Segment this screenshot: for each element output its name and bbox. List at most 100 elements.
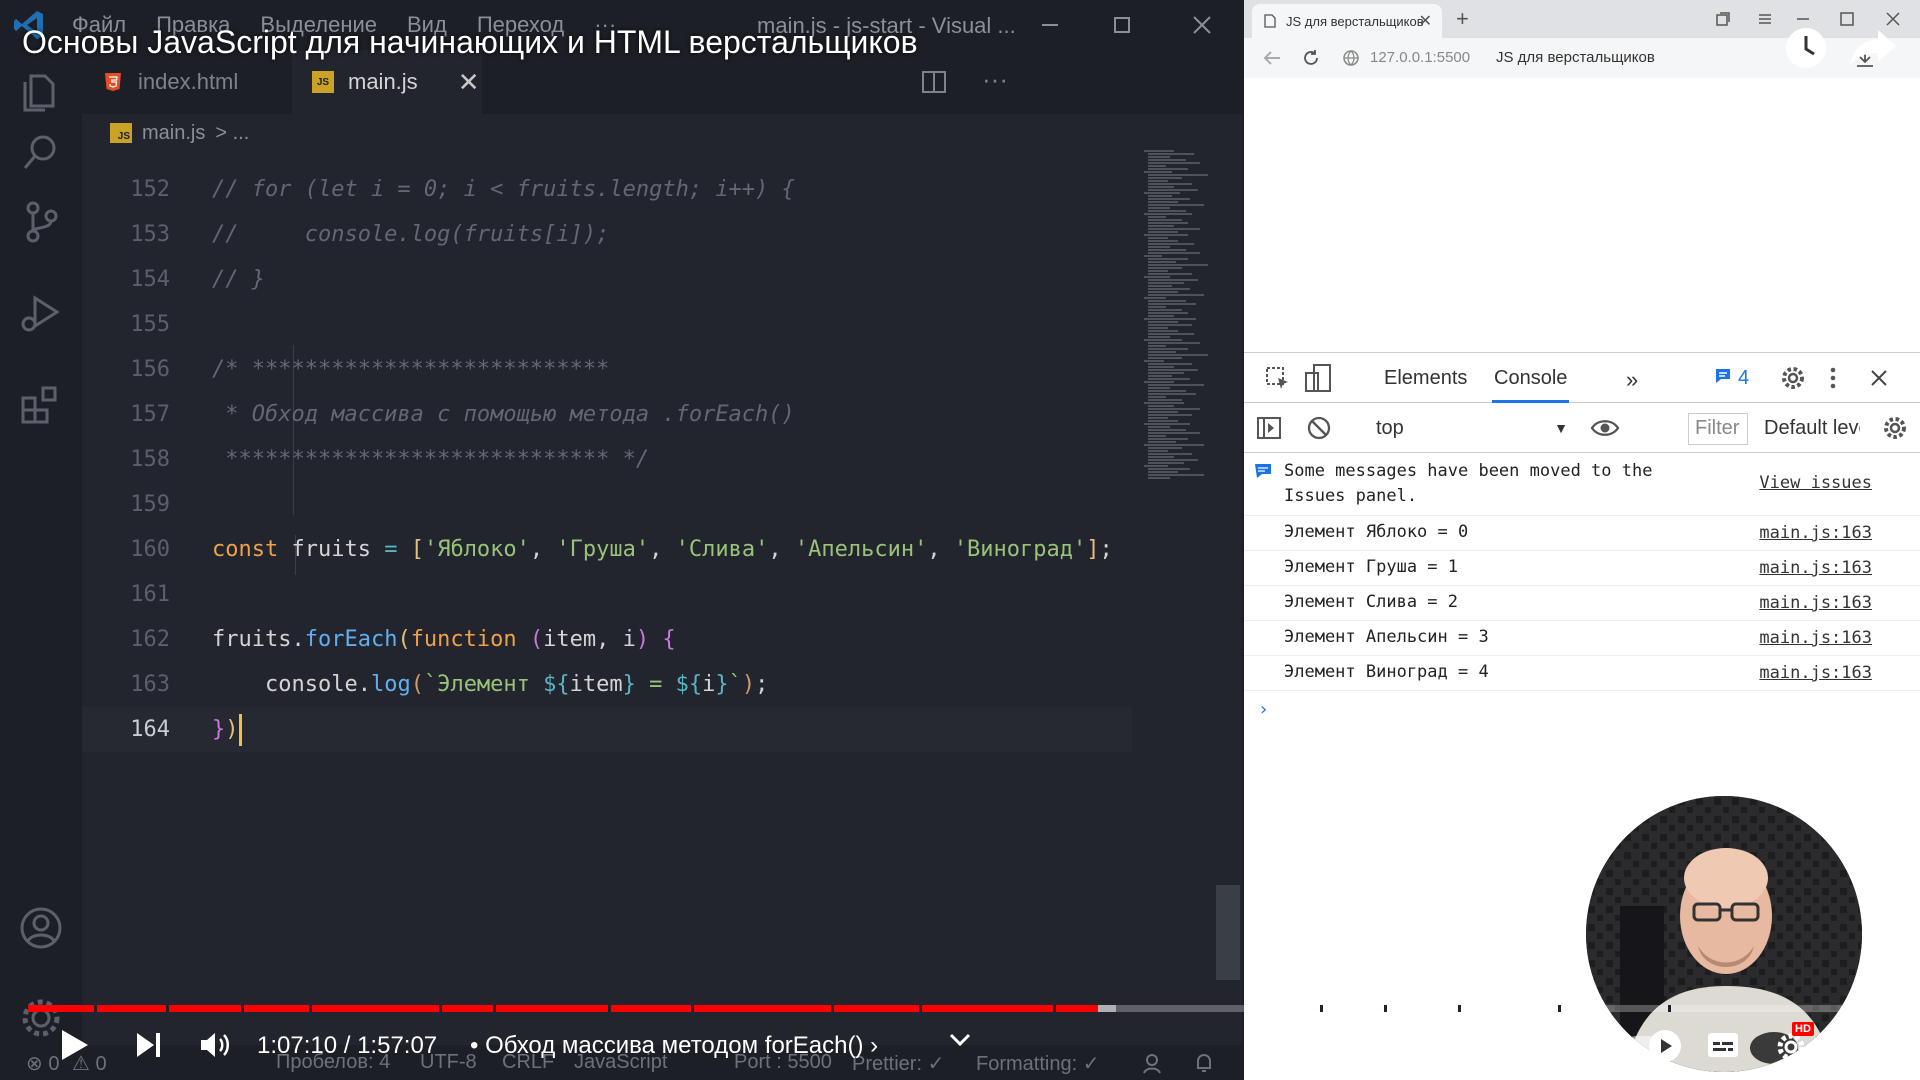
minimap-line xyxy=(1148,231,1178,233)
tab-actions-icon[interactable] xyxy=(1714,10,1732,28)
run-debug-icon[interactable] xyxy=(17,290,65,338)
minimap-line xyxy=(1148,243,1194,245)
minimap-line xyxy=(1148,417,1168,419)
line-code: // } xyxy=(212,267,265,292)
hd-badge: HD xyxy=(1792,1022,1814,1036)
filter-input[interactable]: Filter xyxy=(1688,413,1748,445)
minimap-line xyxy=(1148,459,1198,461)
play-icon[interactable] xyxy=(58,1028,90,1062)
more-actions-icon[interactable]: ··· xyxy=(982,64,1008,95)
browser-tab[interactable]: JS для верстальщиков ✕ xyxy=(1252,4,1442,38)
minimap-line xyxy=(1148,165,1166,167)
live-expression-eye-icon[interactable] xyxy=(1590,416,1620,440)
close-tab-icon[interactable]: ✕ xyxy=(1419,11,1432,31)
minimize-icon[interactable] xyxy=(1030,8,1070,42)
maximize-icon[interactable] xyxy=(1102,8,1142,42)
console-output: Some messages have been moved to the Iss… xyxy=(1244,453,1920,731)
minimap-line xyxy=(1148,282,1184,284)
minimap-line xyxy=(1148,195,1172,197)
minimap-line xyxy=(1148,183,1192,185)
minimap-line xyxy=(1148,333,1194,335)
chapter-marker xyxy=(1558,1005,1561,1012)
editor-scrollbar[interactable] xyxy=(1216,885,1240,980)
reload-icon[interactable] xyxy=(1302,49,1320,67)
split-editor-icon[interactable] xyxy=(920,68,948,96)
tab-elements[interactable]: Elements xyxy=(1384,367,1467,390)
log-source-link[interactable]: main.js:163 xyxy=(1759,593,1872,613)
subtitles-icon[interactable] xyxy=(1706,1030,1740,1060)
console-settings-gear-icon[interactable] xyxy=(1882,415,1908,441)
watch-later-clock-icon[interactable] xyxy=(1784,26,1828,70)
console-prompt-row[interactable]: › xyxy=(1244,691,1920,731)
code-line: 162 fruits.forEach(function (item, i) { xyxy=(82,617,1132,662)
line-code: const fruits = ['Яблоко', 'Груша', 'Слив… xyxy=(212,537,1113,562)
video-title[interactable]: Основы JavaScript для начинающих и HTML … xyxy=(22,24,918,61)
breadcrumb-rest[interactable]: > ... xyxy=(215,122,249,145)
issues-icon[interactable] xyxy=(1714,367,1732,385)
breadcrumb-file[interactable]: main.js xyxy=(142,122,205,145)
more-tabs-icon[interactable]: » xyxy=(1626,367,1638,393)
minimap-line xyxy=(1148,312,1188,314)
log-source-link[interactable]: main.js:163 xyxy=(1759,523,1872,543)
log-text: Элемент Слива = 2 xyxy=(1284,592,1458,612)
video-progress-bar[interactable] xyxy=(28,1005,1892,1012)
minimap-line xyxy=(1148,348,1188,350)
new-tab-icon[interactable]: + xyxy=(1456,6,1469,32)
devtools-settings-gear-icon[interactable] xyxy=(1780,365,1806,391)
context-selector[interactable]: top ▼ xyxy=(1364,411,1576,445)
share-arrow-icon[interactable] xyxy=(1848,26,1898,70)
inspect-element-icon[interactable] xyxy=(1264,365,1292,393)
time-display: 1:07:10 / 1:57:07 xyxy=(257,1032,438,1059)
line-number: 152 xyxy=(130,177,170,202)
extensions-icon[interactable] xyxy=(17,380,65,428)
line-code: // for (let i = 0; i < fruits.length; i+… xyxy=(212,177,795,202)
info-message-text: Some messages have been moved to the Iss… xyxy=(1284,461,1653,506)
minimap[interactable] xyxy=(1142,150,1214,480)
log-source-link[interactable]: main.js:163 xyxy=(1759,558,1872,578)
minimap-line xyxy=(1148,447,1182,449)
minimap-line xyxy=(1148,168,1188,170)
html5-icon xyxy=(102,71,124,93)
console-log-row: Элемент Виноград = 4 main.js:163 xyxy=(1244,656,1920,691)
issues-count[interactable]: 4 xyxy=(1738,367,1749,390)
kebab-menu-icon[interactable] xyxy=(1828,365,1838,391)
close-devtools-icon[interactable] xyxy=(1868,367,1890,389)
next-video-icon[interactable] xyxy=(134,1030,164,1060)
log-source-link[interactable]: main.js:163 xyxy=(1759,663,1872,683)
minimap-line xyxy=(1148,225,1174,227)
view-issues-link[interactable]: View issues xyxy=(1759,473,1872,493)
device-toolbar-icon[interactable] xyxy=(1304,363,1332,393)
code-editor[interactable]: 152 // for (let i = 0; i < fruits.length… xyxy=(82,160,1132,760)
log-source-link[interactable]: main.js:163 xyxy=(1759,628,1872,648)
chapter-title[interactable]: • Обход массива методом forEach() › xyxy=(470,1032,878,1060)
source-control-icon[interactable] xyxy=(17,198,65,246)
code-line-current: 164 }) xyxy=(82,707,1132,752)
chevron-down-icon[interactable] xyxy=(948,1032,972,1048)
message-info-icon xyxy=(1255,464,1271,478)
close-tab-icon[interactable]: ✕ xyxy=(458,67,480,98)
back-arrow-icon[interactable] xyxy=(1262,49,1282,67)
vscode-window: Файл Правка Выделение Вид Переход ··· ma… xyxy=(0,0,1242,1080)
sidebar-toggle-icon[interactable] xyxy=(1256,415,1282,441)
minimap-line xyxy=(1148,237,1168,239)
exit-fullscreen-icon[interactable] xyxy=(1840,1030,1872,1062)
account-icon[interactable] xyxy=(17,904,65,952)
url-field[interactable]: 127.0.0.1:5500 xyxy=(1370,49,1470,66)
minimap-line xyxy=(1148,216,1166,218)
log-levels-dropdown[interactable]: Default levels xyxy=(1764,417,1860,440)
line-number: 157 xyxy=(130,402,170,427)
minimap-line xyxy=(1148,240,1178,242)
search-icon[interactable] xyxy=(17,128,65,176)
video-player[interactable]: Файл Правка Выделение Вид Переход ··· ma… xyxy=(0,0,1920,1080)
clear-console-icon[interactable] xyxy=(1306,415,1332,441)
line-number: 164 xyxy=(130,717,170,742)
minimap-line xyxy=(1148,474,1204,476)
chapter-marker xyxy=(1458,1005,1461,1012)
close-window-icon[interactable] xyxy=(1182,8,1222,42)
chapter-marker xyxy=(94,1005,97,1012)
explorer-icon[interactable] xyxy=(17,68,65,116)
volume-icon[interactable] xyxy=(198,1028,232,1062)
menu-icon[interactable] xyxy=(1756,10,1774,28)
tab-console[interactable]: Console xyxy=(1492,367,1570,403)
minimap-line xyxy=(1148,159,1186,161)
